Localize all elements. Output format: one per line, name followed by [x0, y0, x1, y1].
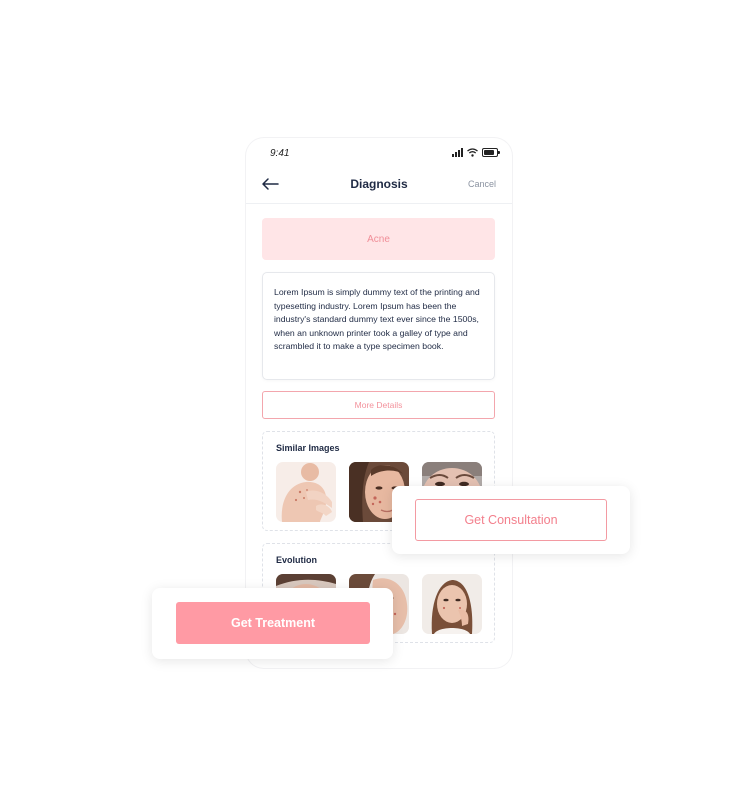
similar-images-title: Similar Images: [276, 443, 340, 453]
cancel-button[interactable]: Cancel: [468, 179, 496, 189]
wifi-icon: [467, 148, 478, 157]
status-bar: 9:41: [246, 138, 512, 168]
battery-icon: [482, 148, 500, 157]
status-icons: [452, 148, 500, 157]
evolution-title: Evolution: [276, 555, 317, 565]
description-text: Lorem Ipsum is simply dummy text of the …: [274, 287, 480, 352]
nav-bar: Diagnosis Cancel: [246, 168, 512, 204]
arrow-left-icon: [262, 178, 279, 190]
evolution-image-3[interactable]: [422, 574, 482, 634]
get-consultation-button[interactable]: Get Consultation: [415, 499, 607, 541]
signal-icon: [452, 148, 463, 157]
consultation-card: Get Consultation: [392, 486, 630, 554]
more-details-button[interactable]: More Details: [262, 391, 495, 419]
description-card: Lorem Ipsum is simply dummy text of the …: [262, 272, 495, 380]
treatment-card: Get Treatment: [152, 588, 393, 659]
status-time: 9:41: [270, 148, 290, 159]
back-button[interactable]: [260, 176, 282, 194]
diagnosis-banner: Acne: [262, 218, 495, 260]
similar-image-1[interactable]: [276, 462, 336, 522]
get-treatment-button[interactable]: Get Treatment: [176, 602, 370, 644]
